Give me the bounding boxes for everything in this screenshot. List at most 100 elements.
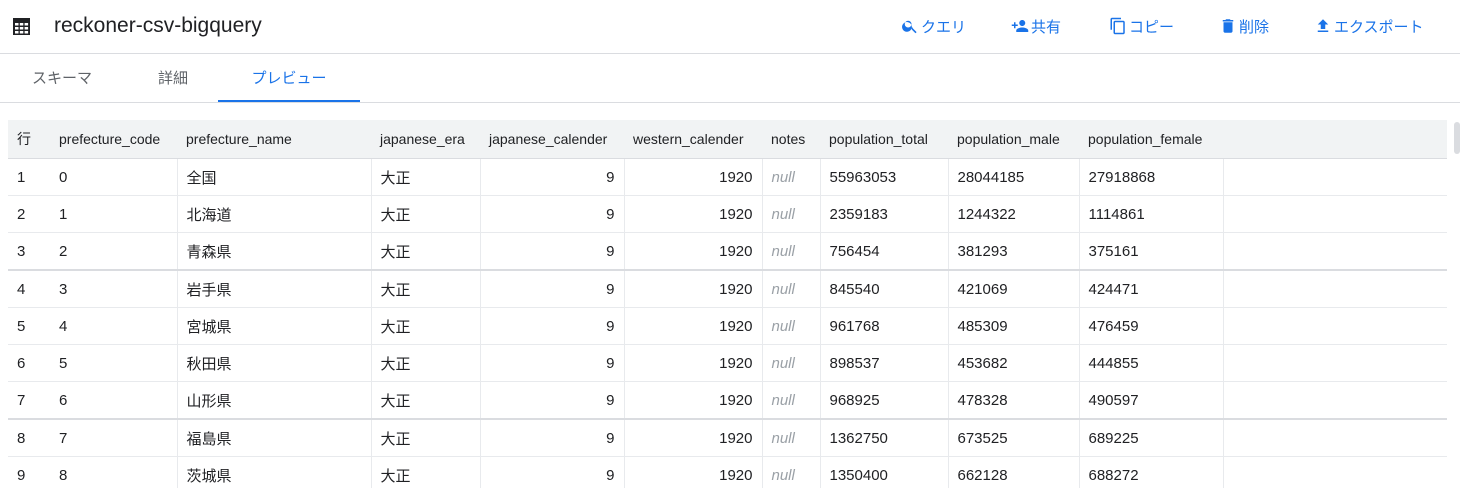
table-cell-notes: null xyxy=(762,419,821,457)
table-row: 4 3 岩手県 大正 9 1920 null 845540 421069 424471 xyxy=(8,270,1447,308)
table-cell-population-male: 662128 xyxy=(948,456,1080,488)
delete-icon xyxy=(1222,19,1234,33)
preview-table: 行 prefecture_code prefecture_name japanese_… xyxy=(8,120,1447,488)
table-cell-prefecture-code: 4 xyxy=(50,307,178,345)
table-cell-population-total: 968925 xyxy=(820,381,949,420)
row-number-cell: 7 xyxy=(8,381,50,420)
table-cell-population-male: 673525 xyxy=(948,419,1080,457)
tab-details[interactable]: 詳細 xyxy=(118,55,228,102)
table-cell-western-calender: 1920 xyxy=(624,307,763,345)
table-cell-population-female: 476459 xyxy=(1079,307,1224,345)
table-cell-notes: null xyxy=(762,232,821,271)
row-filler xyxy=(1223,456,1447,488)
table-cell-population-male: 1244322 xyxy=(948,195,1080,233)
table-cell-western-calender: 1920 xyxy=(624,344,763,382)
table-cell-population-male: 381293 xyxy=(948,232,1080,271)
table-cell-japanese-calender: 9 xyxy=(480,381,625,420)
table-cell-prefecture-name: 福島県 xyxy=(177,419,372,457)
table-cell-population-male: 485309 xyxy=(948,307,1080,345)
tab-schema[interactable]: スキーマ xyxy=(6,55,118,102)
table-cell-western-calender: 1920 xyxy=(624,232,763,271)
column-header-japanese-calender: japanese_calender xyxy=(480,120,624,159)
query-button-label: クエリ xyxy=(921,18,967,36)
row-number-cell: 4 xyxy=(8,270,50,308)
table-cell-population-female: 27918868 xyxy=(1079,158,1224,196)
table-cell-western-calender: 1920 xyxy=(624,195,763,233)
table-cell-japanese-calender: 9 xyxy=(480,456,625,488)
row-number-cell: 9 xyxy=(8,456,50,488)
delete-button[interactable]: 削除 xyxy=(1219,14,1269,38)
copy-icon xyxy=(1110,17,1125,35)
table-cell-prefecture-code: 1 xyxy=(50,195,178,233)
table-cell-prefecture-code: 6 xyxy=(50,381,178,420)
table-cell-notes: null xyxy=(762,158,821,196)
row-filler xyxy=(1223,381,1447,420)
table-cell-notes: null xyxy=(762,307,821,345)
table-cell-prefecture-name: 北海道 xyxy=(177,195,372,233)
table-cell-japanese-era: 大正 xyxy=(371,419,481,457)
copy-button-label: コピー xyxy=(1129,18,1175,36)
copy-button[interactable]: コピー xyxy=(1109,14,1174,38)
search-icon xyxy=(902,20,917,34)
table-cell-notes: null xyxy=(762,456,821,488)
table-cell-population-female: 375161 xyxy=(1079,232,1224,271)
column-header-prefecture-code: prefecture_code xyxy=(50,120,177,159)
table-row: 6 5 秋田県 大正 9 1920 null 898537 453682 444855 xyxy=(8,344,1447,382)
vertical-scrollbar[interactable] xyxy=(1452,118,1460,488)
row-number-cell: 3 xyxy=(8,232,50,271)
table-cell-western-calender: 1920 xyxy=(624,270,763,308)
row-filler xyxy=(1223,195,1447,233)
table-header-bar: reckoner-csv-bigquery クエリ 共有 コピー 削除 エクスポ… xyxy=(0,0,1460,54)
person-add-icon xyxy=(1011,20,1029,32)
table-cell-japanese-calender: 9 xyxy=(480,232,625,271)
table-row: 5 4 宮城県 大正 9 1920 null 961768 485309 476459 xyxy=(8,307,1447,345)
column-header-row-number: 行 xyxy=(8,120,50,159)
table-cell-prefecture-name: 岩手県 xyxy=(177,270,372,308)
table-cell-western-calender: 1920 xyxy=(624,419,763,457)
row-filler xyxy=(1223,419,1447,457)
table-cell-prefecture-code: 0 xyxy=(50,158,178,196)
tab-preview[interactable]: プレビュー xyxy=(218,55,360,102)
row-number-cell: 2 xyxy=(8,195,50,233)
table-cell-japanese-era: 大正 xyxy=(371,307,481,345)
share-button[interactable]: 共有 xyxy=(1011,14,1061,38)
table-cell-population-total: 1362750 xyxy=(820,419,949,457)
table-cell-japanese-era: 大正 xyxy=(371,344,481,382)
table-icon xyxy=(13,18,30,35)
query-button[interactable]: クエリ xyxy=(901,14,966,38)
table-cell-prefecture-name: 全国 xyxy=(177,158,372,196)
table-cell-japanese-calender: 9 xyxy=(480,270,625,308)
table-row: 8 7 福島県 大正 9 1920 null 1362750 673525 689225 xyxy=(8,419,1447,457)
row-number-cell: 8 xyxy=(8,419,50,457)
table-cell-population-female: 689225 xyxy=(1079,419,1224,457)
table-cell-notes: null xyxy=(762,195,821,233)
table-header-row: 行 prefecture_code prefecture_name japanese_… xyxy=(8,120,1447,159)
table-cell-population-total: 55963053 xyxy=(820,158,949,196)
row-number-cell: 5 xyxy=(8,307,50,345)
upload-icon xyxy=(1317,19,1329,32)
export-button-label: エクスポート xyxy=(1334,18,1424,36)
table-cell-japanese-era: 大正 xyxy=(371,158,481,196)
table-cell-notes: null xyxy=(762,381,821,420)
table-cell-japanese-era: 大正 xyxy=(371,232,481,271)
table-cell-population-total: 961768 xyxy=(820,307,949,345)
table-cell-prefecture-code: 5 xyxy=(50,344,178,382)
table-cell-japanese-calender: 9 xyxy=(480,158,625,196)
table-body: 1 0 全国 大正 9 1920 null 55963053 28044185 27918868 2… xyxy=(8,158,1447,488)
row-filler xyxy=(1223,232,1447,271)
table-cell-population-female: 688272 xyxy=(1079,456,1224,488)
row-filler xyxy=(1223,307,1447,345)
share-button-label: 共有 xyxy=(1031,18,1062,36)
table-row: 2 1 北海道 大正 9 1920 null 2359183 1244322 1114861 xyxy=(8,195,1447,233)
column-header-population-female: population_female xyxy=(1079,120,1223,159)
row-filler xyxy=(1223,158,1447,196)
table-cell-population-total: 1350400 xyxy=(820,456,949,488)
table-cell-prefecture-name: 青森県 xyxy=(177,232,372,271)
scrollbar-thumb[interactable] xyxy=(1454,122,1460,154)
table-cell-western-calender: 1920 xyxy=(624,456,763,488)
table-cell-population-male: 478328 xyxy=(948,381,1080,420)
export-button[interactable]: エクスポート xyxy=(1314,14,1424,38)
table-cell-japanese-era: 大正 xyxy=(371,270,481,308)
table-row: 7 6 山形県 大正 9 1920 null 968925 478328 490597 xyxy=(8,381,1447,420)
table-cell-population-female: 424471 xyxy=(1079,270,1224,308)
